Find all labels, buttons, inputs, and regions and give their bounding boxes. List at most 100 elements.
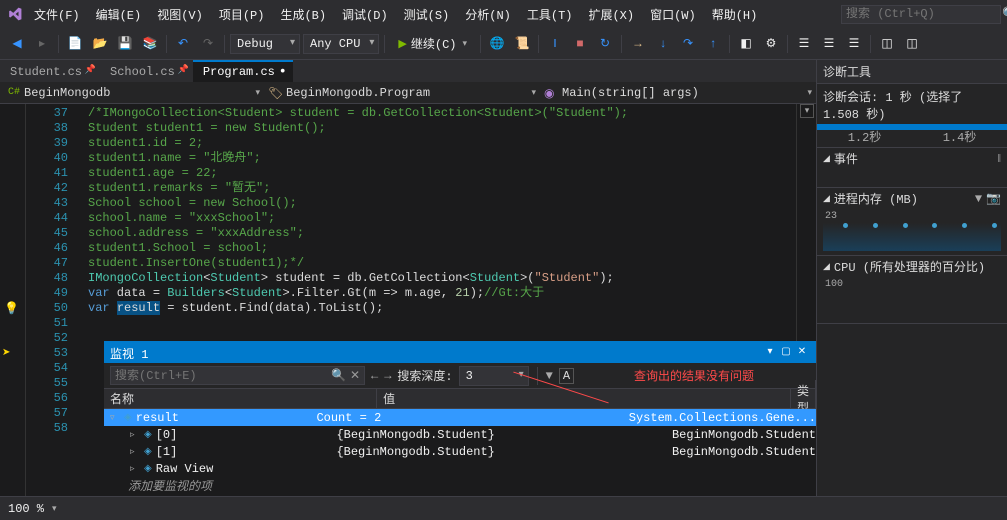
timeline-tick: 1.2秒 <box>848 128 882 145</box>
method-icon: ◉ <box>544 86 558 100</box>
restart-button[interactable]: ↻ <box>594 33 616 55</box>
continue-button[interactable]: ▶ 继续(C) ▾ <box>390 33 475 54</box>
diag-timeline[interactable]: 1.2秒 1.4秒 <box>817 126 1007 148</box>
menu-help[interactable]: 帮助(H) <box>706 3 764 26</box>
quick-launch-search[interactable]: 🔍 <box>841 5 1001 24</box>
zoom-dropdown-icon[interactable]: ▾ <box>52 504 57 514</box>
nav-project-combo[interactable]: C# BeginMongodb <box>4 84 264 102</box>
watch-row[interactable]: ▹◈Raw View <box>104 460 816 477</box>
save-button[interactable]: 💾 <box>114 33 136 55</box>
memory-header[interactable]: ◢ 进程内存 (MB) ▼ 📷 <box>817 188 1007 209</box>
memory-chart[interactable]: 23 <box>823 211 1001 251</box>
diag-session: 诊断会话: 1 秒 (选择了 1.508 秒) <box>817 84 1007 126</box>
main-toolbar: ◀ ▸ 📄 📂 💾 📚 ↶ ↷ Debug Any CPU ▶ 继续(C) ▾ … <box>0 28 1007 60</box>
step-out-button[interactable]: ↑ <box>702 33 724 55</box>
split-toggle-icon[interactable]: ▾ <box>800 104 814 118</box>
line-numbers: 3738394041424344454647484950515253545556… <box>26 104 76 496</box>
exec-pointer-icon: ➤ <box>2 347 10 359</box>
zoom-level[interactable]: 100 % <box>8 502 44 516</box>
search-right-button[interactable]: → <box>384 369 391 383</box>
open-file-button[interactable]: 📂 <box>89 33 111 55</box>
quick-launch-input[interactable] <box>846 7 998 21</box>
code-nav-bar: C# BeginMongodb 🏷 BeginMongodb.Program ◉… <box>0 82 816 104</box>
cpu-header[interactable]: ◢ CPU (所有处理器的百分比) <box>817 256 1007 277</box>
continue-label: 继续(C) <box>411 35 457 52</box>
menu-edit[interactable]: 编辑(E) <box>90 3 148 26</box>
clear-icon[interactable]: ✕ <box>350 368 360 383</box>
diag-title[interactable]: 诊断工具 <box>817 60 1007 84</box>
tool-a-button[interactable]: ◧ <box>735 33 757 55</box>
menu-view[interactable]: 视图(V) <box>151 3 209 26</box>
snapshot-button[interactable]: ▼ <box>975 192 982 206</box>
chevron-down-icon: ◢ <box>823 154 830 164</box>
script-button[interactable]: 📜 <box>511 33 533 55</box>
maximize-icon[interactable]: ▢ <box>778 346 794 360</box>
save-all-button[interactable]: 📚 <box>139 33 161 55</box>
watch-titlebar[interactable]: 监视 1 ▾ ▢ ✕ <box>104 343 816 363</box>
watch-search-input[interactable] <box>115 369 331 383</box>
col-name[interactable]: 名称 <box>104 388 377 409</box>
events-header[interactable]: ◢ 事件 ‖ <box>817 148 1007 169</box>
nav-back-button[interactable]: ◀ <box>6 33 28 55</box>
undo-button[interactable]: ↶ <box>172 33 194 55</box>
lightbulb-icon[interactable]: 💡 <box>4 301 19 316</box>
annotation-text: 查询出的结果没有问题 <box>634 367 754 384</box>
tool-f-button[interactable]: ◫ <box>876 33 898 55</box>
menu-file[interactable]: 文件(F) <box>28 3 86 26</box>
show-next-button[interactable]: → <box>627 33 649 55</box>
tool-d-button[interactable]: ☰ <box>818 33 840 55</box>
timeline-tick: 1.4秒 <box>943 128 977 145</box>
watch-row[interactable]: ▹◈[0]{BeginMongodb.Student}BeginMongodb.… <box>104 426 816 443</box>
filter-icon[interactable]: ▼ <box>546 369 553 383</box>
step-into-button[interactable]: ↓ <box>652 33 674 55</box>
tool-g-button[interactable]: ◫ <box>901 33 923 55</box>
step-over-button[interactable]: ↷ <box>677 33 699 55</box>
browser-button[interactable]: 🌐 <box>486 33 508 55</box>
nav-method-combo[interactable]: ◉ Main(string[] args) <box>540 84 816 102</box>
search-icon: 🔍 <box>331 368 346 383</box>
vs-logo-icon <box>6 5 24 23</box>
search-left-button[interactable]: ← <box>371 369 378 383</box>
menu-debug[interactable]: 调试(D) <box>336 3 394 26</box>
watch-row[interactable]: ▿◈resultCount = 2System.Collections.Gene… <box>104 409 816 426</box>
platform-combo[interactable]: Any CPU <box>303 34 379 54</box>
menu-analyze[interactable]: 分析(N) <box>459 3 517 26</box>
add-watch-prompt[interactable]: 添加要监视的项 <box>104 477 816 494</box>
new-project-button[interactable]: 📄 <box>64 33 86 55</box>
menu-tools[interactable]: 工具(T) <box>521 3 579 26</box>
tool-e-button[interactable]: ☰ <box>843 33 865 55</box>
window-dropdown-icon[interactable]: ▾ <box>762 346 778 360</box>
chevron-down-icon: ◢ <box>823 262 830 272</box>
watch-row[interactable]: ▹◈[1]{BeginMongodb.Student}BeginMongodb.… <box>104 443 816 460</box>
play-icon: ▶ <box>398 37 406 51</box>
nav-fwd-button[interactable]: ▸ <box>31 33 53 55</box>
pause-button[interactable]: ‖ <box>544 33 566 55</box>
menu-extensions[interactable]: 扩展(X) <box>582 3 640 26</box>
watch-toolbar: 🔍 ✕ ← → 搜索深度: 3 ▼ A 查询出的结果没有问题 <box>104 363 816 389</box>
menu-project[interactable]: 项目(P) <box>213 3 271 26</box>
menu-window[interactable]: 窗口(W) <box>644 3 702 26</box>
menu-build[interactable]: 生成(B) <box>274 3 332 26</box>
depth-combo[interactable]: 3 <box>459 366 529 386</box>
config-combo[interactable]: Debug <box>230 34 300 54</box>
cpu-chart[interactable]: 100 <box>823 279 1001 319</box>
watch-title-label: 监视 1 <box>110 345 148 362</box>
tool-c-button[interactable]: ☰ <box>793 33 815 55</box>
match-case-button[interactable]: A <box>559 368 574 384</box>
gc-button[interactable]: 📷 <box>986 191 1001 206</box>
breakpoint-margin[interactable]: 💡 ➤ <box>0 104 26 496</box>
tab-program[interactable]: Program.cs <box>193 60 293 82</box>
close-icon[interactable]: ✕ <box>794 346 810 360</box>
depth-label: 搜索深度: <box>397 367 452 384</box>
mem-value: 23 <box>825 211 837 222</box>
menu-test[interactable]: 测试(S) <box>398 3 456 26</box>
tool-b-button[interactable]: ⚙ <box>760 33 782 55</box>
watch-search[interactable]: 🔍 ✕ <box>110 366 365 385</box>
tab-student[interactable]: Student.cs <box>0 62 100 82</box>
events-pause-button[interactable]: ‖ <box>998 151 1001 166</box>
tab-school[interactable]: School.cs <box>100 62 193 82</box>
redo-button[interactable]: ↷ <box>197 33 219 55</box>
nav-class-combo[interactable]: 🏷 BeginMongodb.Program <box>264 84 540 102</box>
col-value[interactable]: 值 <box>377 388 791 409</box>
stop-button[interactable]: ■ <box>569 33 591 55</box>
